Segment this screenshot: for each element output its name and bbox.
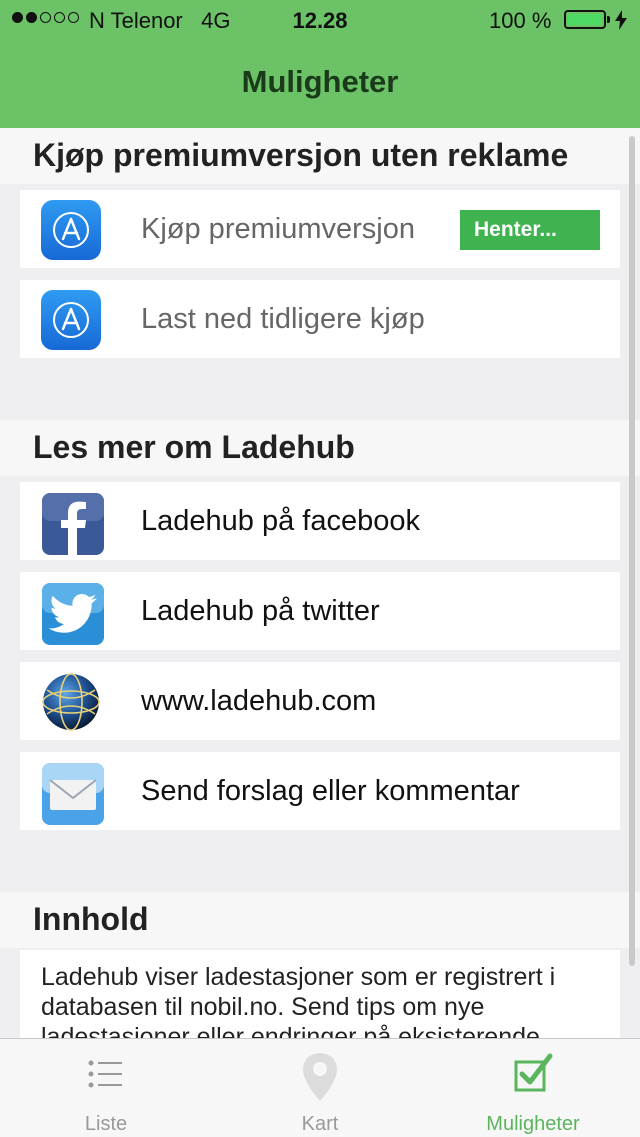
facebook-icon — [41, 492, 104, 555]
app-store-icon — [41, 290, 101, 350]
section-header-about: Les mer om Ladehub — [0, 420, 640, 476]
scrollbar[interactable] — [629, 136, 635, 966]
section-header-content: Innhold — [0, 892, 640, 948]
content-description: Ladehub viser ladestasjoner som er regis… — [20, 950, 620, 1038]
twitter-icon — [41, 582, 104, 645]
checkbox-icon — [514, 1053, 553, 1092]
feedback-link: Send forslag eller kommentar — [141, 775, 520, 807]
restore-purchases-row[interactable]: Last ned tidligere kjøp — [20, 280, 620, 358]
map-pin-icon — [303, 1053, 337, 1101]
website-row[interactable]: www.ladehub.com — [20, 662, 620, 740]
tab-muligheter[interactable]: Muligheter — [443, 1039, 623, 1137]
fetching-status-button[interactable]: Henter... — [460, 210, 600, 250]
website-link: www.ladehub.com — [141, 685, 377, 717]
battery-percent: 100 % — [489, 8, 552, 33]
restore-purchases-label: Last ned tidligere kjøp — [141, 303, 425, 335]
buy-premium-label: Kjøp premiumversjon — [141, 213, 415, 245]
tab-kart[interactable]: Kart — [230, 1039, 410, 1137]
section-header-premium: Kjøp premiumversjon uten reklame — [0, 128, 640, 184]
tab-bar: Liste Kart Muligheter — [0, 1038, 640, 1137]
battery-icon — [564, 10, 606, 29]
page-title: Muligheter — [241, 64, 399, 99]
facebook-row[interactable]: Ladehub på facebook — [20, 482, 620, 560]
charging-icon — [615, 10, 627, 30]
status-bar: N Telenor 4G 12.28 100 % — [0, 0, 640, 40]
content-text: Ladehub viser ladestasjoner som er regis… — [41, 963, 556, 1038]
navigation-bar: N Telenor 4G 12.28 100 % Muligheter — [0, 0, 640, 128]
app-store-icon — [41, 200, 101, 260]
mail-icon — [41, 762, 104, 825]
buy-premium-row[interactable]: Kjøp premiumversjon Henter... — [20, 190, 620, 268]
twitter-link: Ladehub på twitter — [141, 595, 380, 627]
twitter-row[interactable]: Ladehub på twitter — [20, 572, 620, 650]
feedback-row[interactable]: Send forslag eller kommentar — [20, 752, 620, 830]
options-list[interactable]: Kjøp premiumversjon uten reklame Kjøp pr… — [0, 128, 640, 1038]
facebook-link: Ladehub på facebook — [141, 505, 420, 537]
globe-icon — [41, 672, 101, 732]
list-icon — [88, 1060, 122, 1088]
tab-liste[interactable]: Liste — [16, 1039, 196, 1137]
